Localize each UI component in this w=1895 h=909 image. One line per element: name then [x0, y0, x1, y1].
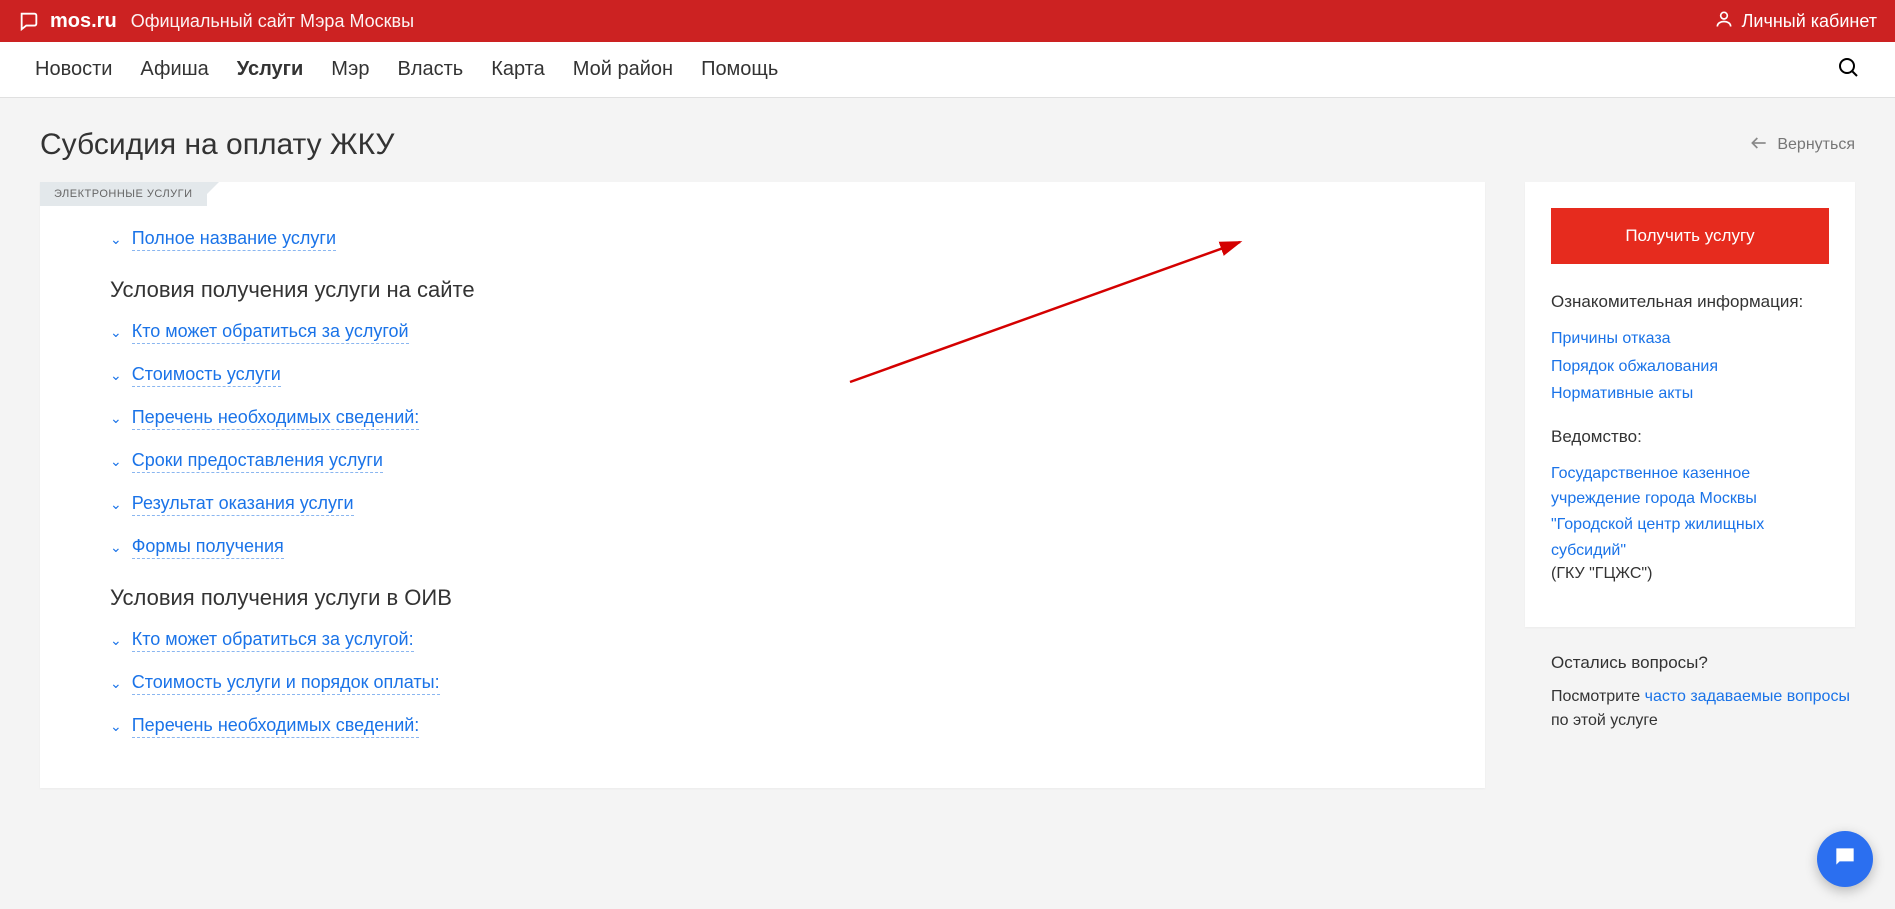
- nav-items: Новости Афиша Услуги Мэр Власть Карта Мой райо…: [35, 58, 778, 81]
- sidebar-card: Получить услугу Ознакомительная информац…: [1525, 182, 1855, 627]
- accordion-oiv-2[interactable]: ⌄ Перечень необходимых сведений:: [70, 715, 1455, 738]
- nav-item-0[interactable]: Новости: [35, 58, 112, 81]
- site-name[interactable]: mos.ru: [50, 10, 117, 33]
- accordion-item-full-name[interactable]: ⌄ Полное название услуги: [70, 228, 1455, 251]
- chevron-down-icon: ⌄: [110, 539, 122, 556]
- service-tag: ЭЛЕКТРОННЫЕ УСЛУГИ: [40, 182, 207, 206]
- back-label: Вернуться: [1777, 136, 1855, 154]
- faq-link[interactable]: часто задаваемые вопросы: [1645, 688, 1850, 705]
- questions-heading: Остались вопросы?: [1551, 653, 1855, 673]
- nav-item-6[interactable]: Мой район: [573, 58, 673, 81]
- arrow-left-icon: [1749, 133, 1769, 158]
- chevron-down-icon: ⌄: [110, 231, 122, 248]
- info-link-0[interactable]: Причины отказа: [1551, 326, 1829, 352]
- page-header: Субсидия на оплату ЖКУ Вернуться: [40, 128, 1855, 162]
- accordion-site-5[interactable]: ⌄ Формы получения: [70, 536, 1455, 559]
- topbar: mos.ru Официальный сайт Мэра Москвы Личн…: [0, 0, 1895, 42]
- page-title: Субсидия на оплату ЖКУ: [40, 128, 394, 162]
- topbar-left: mos.ru Официальный сайт Мэра Москвы: [18, 10, 414, 33]
- nav-item-1[interactable]: Афиша: [140, 58, 208, 81]
- accordion-label: Результат оказания услуги: [132, 493, 354, 516]
- chevron-down-icon: ⌄: [110, 632, 122, 649]
- nav-item-3[interactable]: Мэр: [331, 58, 369, 81]
- accordion-label: Кто может обратиться за услугой:: [132, 629, 414, 652]
- chevron-down-icon: ⌄: [110, 367, 122, 384]
- account-label: Личный кабинет: [1742, 11, 1877, 32]
- accordion-oiv-1[interactable]: ⌄ Стоимость услуги и порядок оплаты:: [70, 672, 1455, 695]
- chevron-down-icon: ⌄: [110, 496, 122, 513]
- agency-short: (ГКУ "ГЦЖС"): [1551, 565, 1829, 583]
- sidebar: Получить услугу Ознакомительная информац…: [1525, 182, 1855, 733]
- info-link-2[interactable]: Нормативные акты: [1551, 381, 1829, 407]
- questions-suffix: по этой услуге: [1551, 712, 1658, 729]
- main-nav: Новости Афиша Услуги Мэр Власть Карта Мой райо…: [0, 42, 1895, 98]
- main-card: ЭЛЕКТРОННЫЕ УСЛУГИ ⌄ Полное название усл…: [40, 182, 1485, 788]
- info-link-1[interactable]: Порядок обжалования: [1551, 354, 1829, 380]
- site-description: Официальный сайт Мэра Москвы: [131, 11, 414, 32]
- agency-link[interactable]: Государственное казенное учреждение горо…: [1551, 461, 1829, 563]
- section-oiv-items: ⌄ Кто может обратиться за услугой: ⌄ Стоимо…: [70, 629, 1455, 738]
- sidebar-questions: Остались вопросы? Посмотрите часто задав…: [1525, 627, 1855, 733]
- accordion-label: Полное название услуги: [132, 228, 336, 251]
- accordion-label: Сроки предоставления услуги: [132, 450, 383, 473]
- section-title-oiv: Условия получения услуги в ОИВ: [70, 585, 1455, 611]
- chat-icon: [1832, 844, 1858, 875]
- accordion-label: Кто может обратиться за услугой: [132, 321, 409, 344]
- chevron-down-icon: ⌄: [110, 675, 122, 692]
- nav-item-2[interactable]: Услуги: [237, 58, 304, 81]
- chat-fab[interactable]: [1817, 831, 1873, 887]
- search-icon[interactable]: [1836, 55, 1860, 84]
- accordion-label: Формы получения: [132, 536, 284, 559]
- info-links: Причины отказаПорядок обжалованияНормати…: [1551, 326, 1829, 407]
- nav-item-5[interactable]: Карта: [491, 58, 545, 81]
- accordion-site-3[interactable]: ⌄ Сроки предоставления услуги: [70, 450, 1455, 473]
- accordion-oiv-0[interactable]: ⌄ Кто может обратиться за услугой:: [70, 629, 1455, 652]
- accordion-site-0[interactable]: ⌄ Кто может обратиться за услугой: [70, 321, 1455, 344]
- accordion-label: Стоимость услуги: [132, 364, 281, 387]
- section-site-items: ⌄ Кто может обратиться за услугой ⌄ Стоимос…: [70, 321, 1455, 559]
- chevron-down-icon: ⌄: [110, 410, 122, 427]
- layout: ЭЛЕКТРОННЫЕ УСЛУГИ ⌄ Полное название усл…: [40, 182, 1855, 788]
- accordion-site-2[interactable]: ⌄ Перечень необходимых сведений:: [70, 407, 1455, 430]
- accordion-label: Перечень необходимых сведений:: [132, 407, 420, 430]
- logo-icon: [18, 10, 40, 32]
- chevron-down-icon: ⌄: [110, 324, 122, 341]
- agency-heading: Ведомство:: [1551, 427, 1829, 447]
- questions-prefix: Посмотрите: [1551, 688, 1645, 705]
- back-link[interactable]: Вернуться: [1749, 133, 1855, 158]
- chevron-down-icon: ⌄: [110, 718, 122, 735]
- account-link[interactable]: Личный кабинет: [1714, 9, 1877, 34]
- accordion-label: Перечень необходимых сведений:: [132, 715, 420, 738]
- section-title-site: Условия получения услуги на сайте: [70, 277, 1455, 303]
- accordion-label: Стоимость услуги и порядок оплаты:: [132, 672, 440, 695]
- nav-item-7[interactable]: Помощь: [701, 58, 778, 81]
- nav-item-4[interactable]: Власть: [398, 58, 464, 81]
- get-service-button[interactable]: Получить услугу: [1551, 208, 1829, 264]
- accordion-site-1[interactable]: ⌄ Стоимость услуги: [70, 364, 1455, 387]
- questions-text: Посмотрите часто задаваемые вопросы по э…: [1551, 685, 1855, 733]
- chevron-down-icon: ⌄: [110, 453, 122, 470]
- accordion-site-4[interactable]: ⌄ Результат оказания услуги: [70, 493, 1455, 516]
- page: Субсидия на оплату ЖКУ Вернуться ЭЛЕКТРО…: [0, 98, 1895, 788]
- info-heading: Ознакомительная информация:: [1551, 292, 1829, 312]
- person-icon: [1714, 9, 1734, 34]
